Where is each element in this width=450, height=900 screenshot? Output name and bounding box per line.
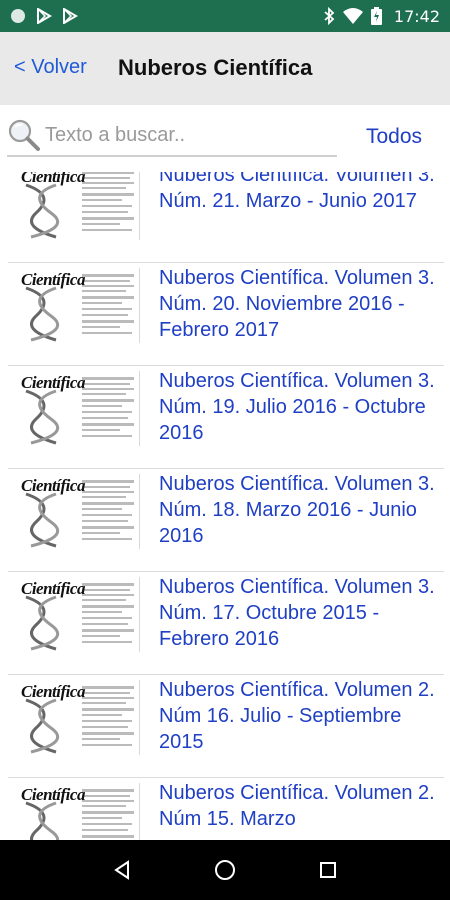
issue-list: Científica Nuberos Científica. Volumen 3… [0, 172, 450, 840]
cover-thumbnail: Científica [16, 783, 140, 840]
cover-title: Científica [21, 682, 85, 701]
cover-thumbnail: Científica [16, 268, 140, 343]
status-left-icons [10, 8, 78, 24]
cover-thumbnail: Científica [16, 172, 140, 240]
cover-title: Científica [21, 579, 85, 598]
all-button[interactable]: Todos [366, 125, 422, 149]
list-item[interactable]: Científica Nuberos Científica. Volumen 3… [8, 172, 444, 263]
system-recents-button[interactable] [313, 855, 343, 885]
cover-thumbnail: Científica [16, 577, 140, 652]
battery-icon [370, 7, 382, 25]
search-icon [8, 119, 40, 151]
system-nav-bar [0, 840, 450, 900]
home-circle-icon [214, 860, 235, 880]
page-title: Nuberos Científica [118, 55, 313, 80]
cover-thumbnail: Científica [16, 680, 140, 755]
cover-title: Científica [21, 785, 85, 804]
play-store-icon [63, 8, 78, 24]
status-time: 17:42 [393, 6, 440, 26]
nav-bar: < Volver Nuberos Científica [0, 32, 450, 105]
status-right-icons: 17:42 [323, 7, 440, 26]
issue-title[interactable]: Nuberos Científica. Volumen 3. Núm. 18. … [159, 471, 441, 549]
cover-title: Científica [21, 476, 85, 495]
list-item[interactable]: Científica Nuberos Científica. Volumen 3… [8, 572, 444, 675]
list-item[interactable]: Científica Nuberos Científica. Volumen 2… [8, 675, 444, 778]
issue-title[interactable]: Nuberos Científica. Volumen 2. Núm 16. J… [159, 677, 441, 755]
system-home-button[interactable] [210, 855, 240, 885]
cover-title: Científica [21, 172, 85, 186]
list-item[interactable]: Científica Nuberos Científica. Volumen 2… [8, 778, 444, 840]
issue-title[interactable]: Nuberos Científica. Volumen 2. Núm 15. M… [159, 780, 441, 832]
issue-title[interactable]: Nuberos Científica. Volumen 3. Núm. 19. … [159, 368, 441, 446]
wifi-icon [342, 8, 363, 24]
issue-title[interactable]: Nuberos Científica. Volumen 3. Núm. 21. … [159, 172, 441, 214]
search-row: Todos [0, 105, 450, 165]
recents-square-icon [320, 862, 337, 878]
play-store-icon [37, 8, 52, 24]
back-triangle-icon [113, 860, 129, 880]
issue-title[interactable]: Nuberos Científica. Volumen 3. Núm. 17. … [159, 574, 441, 652]
search-input[interactable] [45, 123, 325, 147]
list-item[interactable]: Científica Nuberos Científica. Volumen 3… [8, 469, 444, 572]
list-item[interactable]: Científica Nuberos Científica. Volumen 3… [8, 263, 444, 366]
issue-title[interactable]: Nuberos Científica. Volumen 3. Núm. 20. … [159, 265, 441, 343]
status-bar: 17:42 [0, 0, 450, 32]
list-item[interactable]: Científica Nuberos Científica. Volumen 3… [8, 366, 444, 469]
system-back-button[interactable] [107, 855, 137, 885]
bluetooth-icon [324, 7, 335, 25]
circle-notification-icon [11, 9, 25, 23]
cover-thumbnail: Científica [16, 371, 140, 446]
search-field[interactable] [7, 115, 337, 157]
back-button[interactable]: < Volver [14, 56, 87, 79]
cover-title: Científica [21, 270, 85, 289]
cover-title: Científica [21, 373, 85, 392]
cover-thumbnail: Científica [16, 474, 140, 549]
